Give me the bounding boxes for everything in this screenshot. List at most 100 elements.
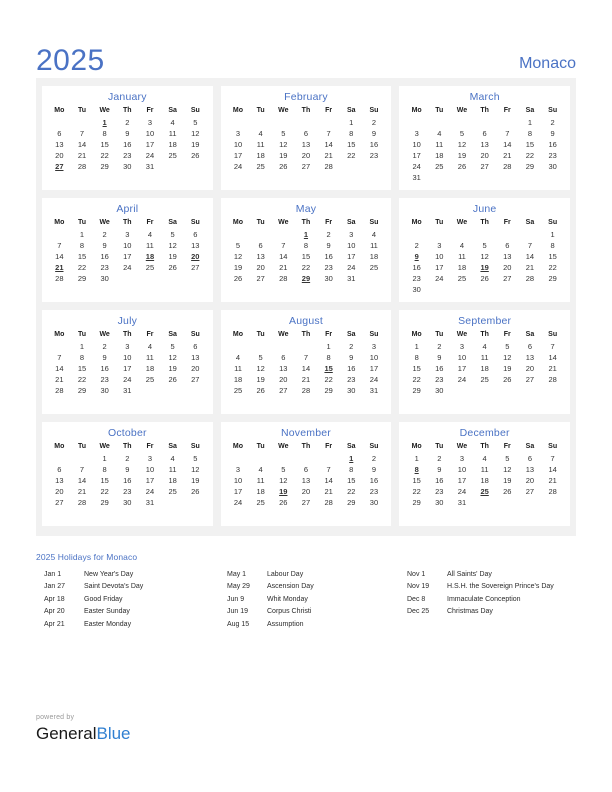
day-cell[interactable]: 18: [249, 486, 272, 497]
day-cell[interactable]: 23: [93, 262, 116, 273]
day-cell[interactable]: 22: [541, 262, 564, 273]
day-cell[interactable]: 7: [317, 128, 340, 139]
day-cell[interactable]: 26: [272, 161, 295, 172]
day-cell[interactable]: 17: [139, 139, 162, 150]
day-cell[interactable]: 16: [93, 363, 116, 374]
day-cell[interactable]: 12: [184, 128, 207, 139]
day-cell[interactable]: 8: [340, 128, 363, 139]
day-cell[interactable]: 5: [496, 453, 519, 464]
day-cell[interactable]: 8: [93, 128, 116, 139]
day-cell[interactable]: 11: [249, 475, 272, 486]
day-cell[interactable]: 1: [519, 117, 542, 128]
day-cell[interactable]: 11: [227, 363, 250, 374]
day-cell[interactable]: 26: [473, 273, 496, 284]
day-cell[interactable]: 7: [71, 464, 94, 475]
day-cell[interactable]: 6: [295, 128, 318, 139]
day-cell[interactable]: 14: [71, 139, 94, 150]
day-cell[interactable]: 20: [184, 363, 207, 374]
day-cell[interactable]: 12: [496, 464, 519, 475]
day-cell[interactable]: 2: [93, 341, 116, 352]
day-cell[interactable]: 3: [116, 341, 139, 352]
day-cell[interactable]: 27: [295, 161, 318, 172]
day-cell[interactable]: 28: [71, 161, 94, 172]
day-cell[interactable]: 12: [184, 464, 207, 475]
day-cell[interactable]: 26: [184, 486, 207, 497]
day-cell[interactable]: 14: [541, 464, 564, 475]
day-cell[interactable]: 31: [451, 497, 474, 508]
day-cell-holiday[interactable]: 18: [139, 251, 162, 262]
day-cell[interactable]: 18: [161, 475, 184, 486]
day-cell[interactable]: 27: [295, 497, 318, 508]
day-cell[interactable]: 21: [317, 150, 340, 161]
day-cell[interactable]: 9: [93, 352, 116, 363]
day-cell[interactable]: 28: [317, 497, 340, 508]
day-cell[interactable]: 10: [227, 475, 250, 486]
day-cell[interactable]: 2: [116, 453, 139, 464]
day-cell[interactable]: 18: [139, 363, 162, 374]
day-cell[interactable]: 11: [473, 352, 496, 363]
day-cell[interactable]: 5: [272, 464, 295, 475]
day-cell[interactable]: 13: [473, 139, 496, 150]
day-cell[interactable]: 19: [496, 363, 519, 374]
day-cell[interactable]: 8: [71, 240, 94, 251]
day-cell-holiday[interactable]: 20: [184, 251, 207, 262]
day-cell[interactable]: 9: [428, 464, 451, 475]
day-cell[interactable]: 1: [317, 341, 340, 352]
day-cell[interactable]: 12: [496, 352, 519, 363]
day-cell[interactable]: 10: [451, 464, 474, 475]
day-cell[interactable]: 10: [116, 240, 139, 251]
day-cell[interactable]: 3: [363, 341, 386, 352]
day-cell[interactable]: 7: [48, 240, 71, 251]
day-cell[interactable]: 18: [451, 262, 474, 273]
day-cell[interactable]: 23: [541, 150, 564, 161]
day-cell[interactable]: 21: [541, 363, 564, 374]
day-cell[interactable]: 20: [519, 363, 542, 374]
day-cell[interactable]: 9: [116, 464, 139, 475]
day-cell[interactable]: 18: [473, 363, 496, 374]
day-cell[interactable]: 3: [405, 128, 428, 139]
day-cell[interactable]: 3: [428, 240, 451, 251]
day-cell[interactable]: 7: [48, 352, 71, 363]
day-cell[interactable]: 23: [93, 374, 116, 385]
day-cell[interactable]: 22: [317, 374, 340, 385]
day-cell[interactable]: 3: [451, 453, 474, 464]
day-cell[interactable]: 15: [93, 139, 116, 150]
day-cell[interactable]: 29: [405, 497, 428, 508]
day-cell[interactable]: 7: [541, 341, 564, 352]
day-cell[interactable]: 13: [184, 240, 207, 251]
day-cell[interactable]: 4: [428, 128, 451, 139]
day-cell[interactable]: 7: [317, 464, 340, 475]
day-cell[interactable]: 28: [541, 374, 564, 385]
day-cell[interactable]: 23: [405, 273, 428, 284]
day-cell[interactable]: 14: [295, 363, 318, 374]
day-cell[interactable]: 19: [272, 150, 295, 161]
day-cell[interactable]: 16: [340, 363, 363, 374]
day-cell[interactable]: 10: [428, 251, 451, 262]
day-cell[interactable]: 13: [272, 363, 295, 374]
day-cell[interactable]: 1: [71, 341, 94, 352]
day-cell[interactable]: 17: [405, 150, 428, 161]
day-cell[interactable]: 5: [184, 453, 207, 464]
day-cell[interactable]: 26: [496, 374, 519, 385]
day-cell[interactable]: 29: [405, 385, 428, 396]
day-cell[interactable]: 2: [116, 117, 139, 128]
day-cell[interactable]: 6: [48, 128, 71, 139]
day-cell[interactable]: 2: [541, 117, 564, 128]
day-cell[interactable]: 22: [93, 150, 116, 161]
day-cell[interactable]: 20: [519, 475, 542, 486]
day-cell[interactable]: 17: [227, 486, 250, 497]
day-cell-holiday[interactable]: 1: [295, 229, 318, 240]
day-cell[interactable]: 13: [519, 352, 542, 363]
day-cell[interactable]: 24: [227, 497, 250, 508]
day-cell[interactable]: 14: [48, 363, 71, 374]
day-cell[interactable]: 19: [184, 475, 207, 486]
day-cell[interactable]: 19: [249, 374, 272, 385]
day-cell[interactable]: 7: [71, 128, 94, 139]
day-cell[interactable]: 30: [317, 273, 340, 284]
day-cell[interactable]: 20: [496, 262, 519, 273]
day-cell[interactable]: 7: [541, 453, 564, 464]
day-cell[interactable]: 26: [496, 486, 519, 497]
day-cell[interactable]: 29: [93, 497, 116, 508]
day-cell[interactable]: 22: [71, 262, 94, 273]
day-cell[interactable]: 1: [405, 341, 428, 352]
